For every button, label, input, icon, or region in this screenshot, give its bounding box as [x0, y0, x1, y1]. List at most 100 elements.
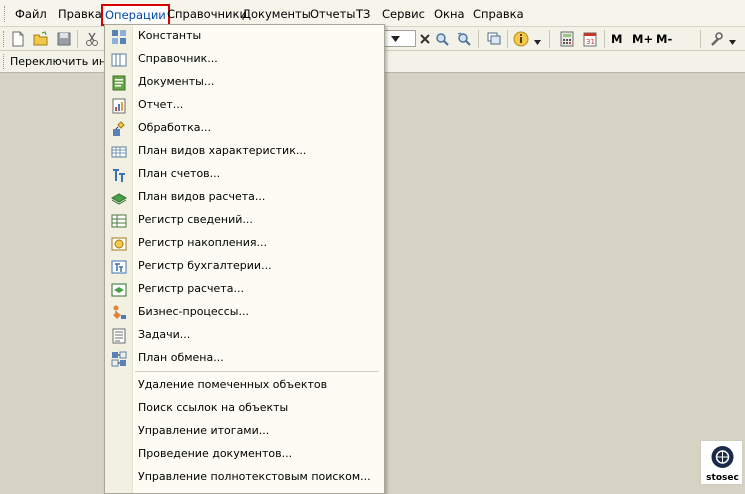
cut-icon[interactable]: [84, 31, 100, 47]
constants-icon: [112, 30, 126, 44]
toolbar-separator: [549, 30, 550, 48]
menu-item-label: Задачи...: [138, 328, 191, 341]
menu-service[interactable]: Сервис: [379, 5, 428, 23]
toolbar-grip[interactable]: [3, 54, 7, 69]
menu-operations[interactable]: Операции: [101, 4, 170, 26]
menu-item-label: Управление итогами...: [138, 424, 270, 437]
search-refresh-icon[interactable]: [456, 31, 472, 47]
menu-item-chart-of-accounts[interactable]: План счетов...: [105, 163, 384, 186]
calendar-icon[interactable]: 31: [582, 31, 598, 47]
open-folder-icon[interactable]: [33, 31, 49, 47]
tasks-icon: [112, 328, 126, 344]
menu-catalogs[interactable]: Справочники: [164, 5, 250, 23]
menu-item-label: Регистр бухгалтерии...: [138, 259, 272, 272]
report-icon: [112, 98, 126, 114]
search-icon[interactable]: [434, 31, 450, 47]
menu-item-label: План видов расчета...: [138, 190, 266, 203]
menu-separator: [135, 371, 379, 372]
menu-item-fulltext-search[interactable]: Управление полнотекстовым поиском...: [105, 466, 384, 489]
menu-item-label: План видов характеристик...: [138, 144, 307, 157]
menu-item-label: Проведение документов...: [138, 447, 293, 460]
menu-windows[interactable]: Окна: [431, 5, 468, 23]
menu-item-label: Поиск ссылок на объекты: [138, 401, 289, 414]
info-icon[interactable]: [513, 31, 529, 47]
dropdown-close-icon[interactable]: [417, 31, 433, 47]
chart-of-accounts-icon: [113, 169, 125, 182]
accounting-register-icon: [111, 260, 127, 274]
menu-tz[interactable]: ТЗ: [353, 5, 373, 23]
menu-item-label: Регистр накопления...: [138, 236, 268, 249]
menu-item-documents[interactable]: Документы...: [105, 71, 384, 94]
menu-item-label: Константы: [138, 29, 202, 42]
menu-item-characteristics-plan[interactable]: План видов характеристик...: [105, 140, 384, 163]
menu-reports[interactable]: Отчеты: [307, 5, 358, 23]
menu-file[interactable]: Файл: [12, 5, 50, 23]
menu-item-accumulation-register[interactable]: Регистр накопления...: [105, 232, 384, 255]
new-document-icon[interactable]: [10, 31, 26, 47]
exchange-plan-icon: [111, 351, 127, 367]
info-register-icon: [111, 214, 127, 228]
calculator-icon[interactable]: [559, 31, 575, 47]
menu-item-report[interactable]: Отчет...: [105, 94, 384, 117]
calculation-types-icon: [111, 193, 127, 205]
menu-item-label: Бизнес-процессы...: [138, 305, 249, 318]
menu-item-find-references[interactable]: Поиск ссылок на объекты: [105, 397, 384, 420]
switch-interface-button[interactable]: Переключить инте: [10, 55, 119, 68]
toolbar-grip[interactable]: [3, 31, 7, 47]
memory-add-button[interactable]: M+: [632, 32, 653, 46]
tools-icon[interactable]: [708, 31, 724, 47]
toolbar-separator: [77, 30, 78, 48]
watermark-text: stosec: [706, 473, 739, 483]
menu-item-label: План счетов...: [138, 167, 221, 180]
menu-edit[interactable]: Правка: [55, 5, 105, 23]
info-dropdown-icon[interactable]: [534, 40, 541, 45]
characteristics-plan-icon: [111, 146, 127, 158]
menu-item-processing[interactable]: Обработка...: [105, 117, 384, 140]
menu-help[interactable]: Справка: [470, 5, 527, 23]
menu-item-calculation-types[interactable]: План видов расчета...: [105, 186, 384, 209]
documents-icon: [112, 75, 126, 91]
operations-dropdown: Константы Справочник... Документы... Отч…: [104, 24, 385, 494]
search-combo[interactable]: [385, 30, 416, 47]
save-icon[interactable]: [56, 31, 72, 47]
menu-item-business-processes[interactable]: Бизнес-процессы...: [105, 301, 384, 324]
menu-item-label: Справочник...: [138, 52, 218, 65]
memory-subtract-button[interactable]: M-: [656, 32, 672, 46]
svg-text:31: 31: [586, 38, 595, 46]
accumulation-register-icon: [111, 237, 127, 251]
menu-item-label: Регистр расчета...: [138, 282, 244, 295]
watermark-logo: stosec: [700, 440, 743, 485]
menu-item-post-documents[interactable]: Проведение документов...: [105, 443, 384, 466]
menu-item-delete-marked[interactable]: Удаление помеченных объектов: [105, 374, 384, 397]
toolbar-separator: [478, 30, 479, 48]
processing-icon: [113, 121, 125, 136]
toolbar-separator: [507, 30, 508, 48]
menu-item-label: Управление полнотекстовым поиском...: [138, 470, 371, 483]
menu-item-info-register[interactable]: Регистр сведений...: [105, 209, 384, 232]
windows-icon[interactable]: [486, 31, 502, 47]
menu-item-tasks[interactable]: Задачи...: [105, 324, 384, 347]
menu-item-label: Отчет...: [138, 98, 184, 111]
toolbar-separator: [700, 30, 701, 48]
chevron-down-icon[interactable]: [391, 35, 400, 43]
tools-dropdown-icon[interactable]: [729, 40, 736, 45]
menu-item-label: Регистр сведений...: [138, 213, 253, 226]
menu-item-label: План обмена...: [138, 351, 224, 364]
business-processes-icon: [113, 305, 126, 319]
menu-item-label: Удаление помеченных объектов: [138, 378, 328, 391]
menu-item-totals-management[interactable]: Управление итогами...: [105, 420, 384, 443]
menu-item-exchange-plan[interactable]: План обмена...: [105, 347, 384, 370]
menu-item-catalog[interactable]: Справочник...: [105, 48, 384, 71]
menu-item-label: Обработка...: [138, 121, 211, 134]
menu-documents[interactable]: Документы: [239, 5, 314, 23]
menu-item-accounting-register[interactable]: Регистр бухгалтерии...: [105, 255, 384, 278]
catalog-icon: [111, 53, 127, 67]
menubar-grip[interactable]: [4, 6, 8, 22]
menu-item-calculation-register[interactable]: Регистр расчета...: [105, 278, 384, 301]
logo-emblem-icon: [711, 446, 734, 468]
menu-bar: Файл Правка Операции Справочники Докумен…: [0, 0, 745, 27]
menu-item-constants[interactable]: Константы: [105, 25, 384, 48]
memory-store-button[interactable]: M: [611, 32, 622, 46]
menu-item-label: Документы...: [138, 75, 215, 88]
toolbar-separator: [604, 30, 605, 48]
